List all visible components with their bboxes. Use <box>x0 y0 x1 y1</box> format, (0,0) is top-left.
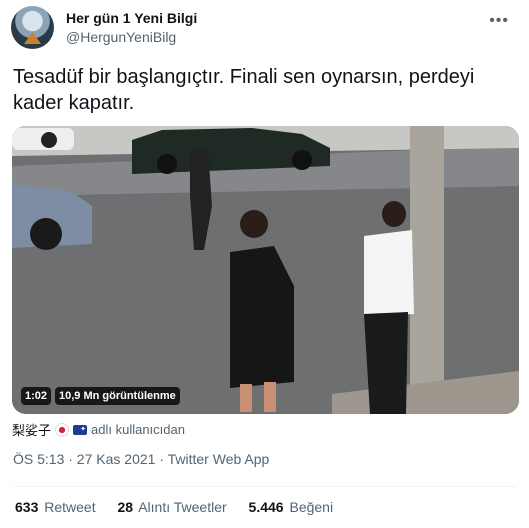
video-duration-badge: 1:02 <box>21 387 52 405</box>
like-count[interactable]: 5.446 Beğeni <box>249 499 334 515</box>
author-name[interactable]: Her gün 1 Yeni Bilgi <box>66 10 197 26</box>
attribution-suffix: adlı kullanıcıdan <box>91 422 185 437</box>
tweet-meta[interactable]: ÖS 5:13 · 27 Kas 2021 · Twitter Web App <box>13 451 269 467</box>
australia-flag-icon <box>73 424 88 435</box>
japan-flag-icon <box>55 422 70 437</box>
attribution-user[interactable]: 梨娑子 <box>12 420 51 439</box>
video-views-badge: 10,9 Mn görüntülenme <box>55 387 180 405</box>
avatar-logo-icon <box>24 32 41 44</box>
quote-count[interactable]: 28 Alıntı Tweetler <box>118 499 227 515</box>
retweet-count[interactable]: 633 Retweet <box>15 499 96 515</box>
video-player[interactable]: 1:02 10,9 Mn görüntülenme <box>12 126 519 414</box>
tweet-text: Tesadüf bir başlangıçtır. Finali sen oyn… <box>13 66 475 114</box>
author-handle[interactable]: @HergunYeniBilg <box>66 29 176 45</box>
engagement-stats: 633 Retweet 28 Alıntı Tweetler 5.446 Beğ… <box>15 499 351 515</box>
more-options-icon[interactable]: ••• <box>489 12 509 30</box>
avatar[interactable] <box>11 6 54 49</box>
divider <box>13 486 516 487</box>
video-frame <box>12 126 519 414</box>
media-attribution: 梨娑子 adlı kullanıcıdan <box>12 420 185 439</box>
